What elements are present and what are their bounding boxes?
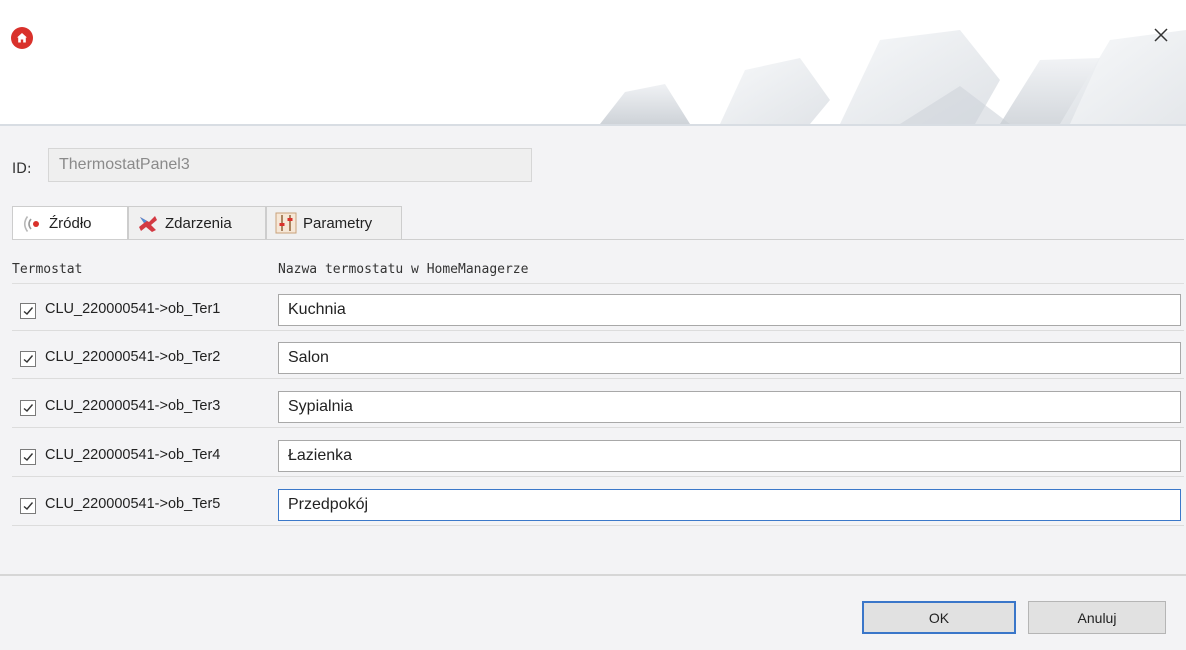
row-checkbox[interactable] (20, 351, 36, 367)
thermostat-name-input[interactable] (278, 440, 1181, 472)
thermostat-name-input[interactable] (278, 391, 1181, 423)
dialog-body: ID: ThermostatPanel3 Źródło Zdarzenia Pa… (0, 126, 1186, 650)
row-checkbox[interactable] (20, 400, 36, 416)
id-field: ThermostatPanel3 (48, 148, 532, 182)
checkmark-icon (23, 404, 34, 412)
checkmark-icon (23, 502, 34, 510)
row-divider (12, 378, 1184, 379)
thermostat-label: CLU_220000541->ob_Ter4 (45, 447, 221, 463)
tab-parameters-label: Parametry (303, 214, 373, 232)
thermostat-label: CLU_220000541->ob_Ter1 (45, 301, 221, 317)
row-divider (12, 525, 1184, 526)
close-button[interactable] (1144, 20, 1178, 50)
column-header-name: Nazwa termostatu w HomeManagerze (278, 262, 529, 277)
thermostat-name-input[interactable] (278, 342, 1181, 374)
cancel-button[interactable]: Anuluj (1028, 601, 1166, 634)
thermostat-label: CLU_220000541->ob_Ter2 (45, 349, 221, 365)
table-row: CLU_220000541->ob_Ter1 (12, 283, 1184, 331)
source-icon (23, 215, 39, 232)
tab-events-label: Zdarzenia (165, 214, 232, 232)
footer-divider (0, 574, 1186, 576)
column-header-thermostat: Termostat (12, 262, 83, 277)
parameters-icon (275, 212, 297, 234)
tab-source[interactable]: Źródło (12, 206, 128, 240)
row-divider (12, 476, 1184, 477)
thermostat-name-input[interactable] (278, 489, 1181, 521)
dialog-header (0, 0, 1186, 124)
row-checkbox[interactable] (20, 303, 36, 319)
checkmark-icon (23, 453, 34, 461)
close-icon (1154, 28, 1168, 42)
house-glyph-icon (17, 33, 27, 43)
events-icon (139, 216, 157, 232)
table-row: CLU_220000541->ob_Ter3 (12, 380, 1184, 428)
thermostat-label: CLU_220000541->ob_Ter3 (45, 398, 221, 414)
table-row: CLU_220000541->ob_Ter4 (12, 429, 1184, 477)
tab-events[interactable]: Zdarzenia (128, 206, 266, 239)
table-row: CLU_220000541->ob_Ter5 (12, 478, 1184, 526)
tab-parameters[interactable]: Parametry (266, 206, 402, 239)
table-row: CLU_220000541->ob_Ter2 (12, 331, 1184, 379)
thermostat-name-input[interactable] (278, 294, 1181, 326)
checkmark-icon (23, 307, 34, 315)
row-checkbox[interactable] (20, 449, 36, 465)
home-logo-icon (11, 27, 33, 49)
tab-source-label: Źródło (49, 215, 92, 232)
tabs-divider (12, 239, 1184, 240)
ok-button[interactable]: OK (862, 601, 1016, 634)
checkmark-icon (23, 355, 34, 363)
row-divider (12, 427, 1184, 428)
banner-decoration (600, 30, 1186, 124)
row-checkbox[interactable] (20, 498, 36, 514)
thermostat-label: CLU_220000541->ob_Ter5 (45, 496, 221, 512)
id-label: ID: (12, 161, 32, 177)
